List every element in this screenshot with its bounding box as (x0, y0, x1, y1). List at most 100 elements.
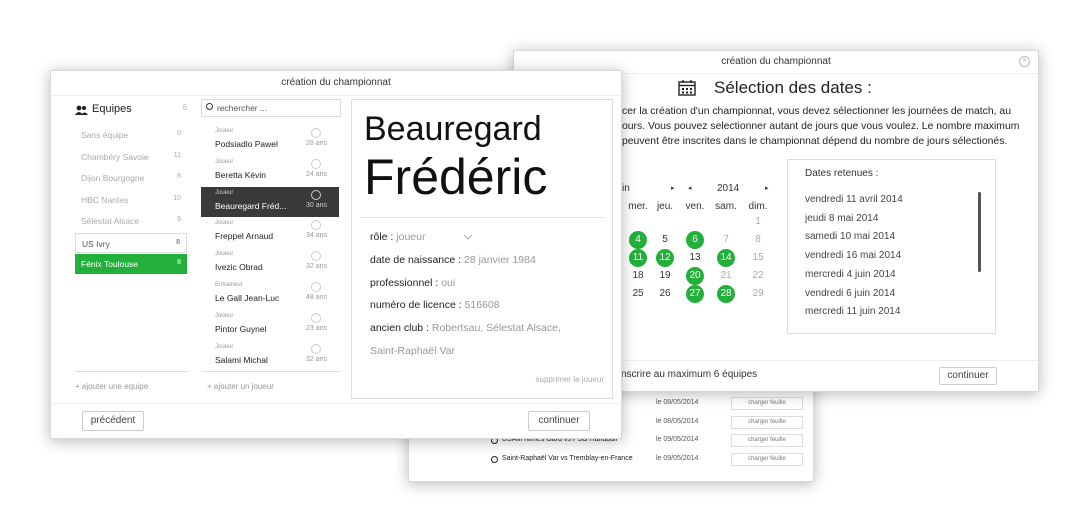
chevron-down-icon[interactable] (464, 234, 473, 240)
add-team-link[interactable]: + ajouter une equipe (75, 382, 148, 391)
teams-header: Equipes (92, 103, 132, 115)
retained-date-item[interactable]: vendredi 11 avril 2014 (805, 194, 903, 205)
previous-button[interactable]: précédent (82, 411, 144, 431)
close-icon[interactable]: × (1019, 56, 1030, 67)
calendar-day[interactable]: 22 (749, 267, 767, 285)
jersey-icon (311, 220, 321, 231)
calendar-day[interactable]: 14 (717, 249, 735, 267)
player-item[interactable]: Joueur Beauregard Fréd... 30 ans (201, 186, 339, 217)
calendar-day[interactable]: 7 (717, 231, 735, 249)
add-player-link[interactable]: + ajouter un joueur (207, 382, 274, 391)
retained-date-item[interactable]: jeudi 8 mai 2014 (805, 213, 878, 224)
team-item[interactable]: Dijon Bourgogne 8 (75, 168, 187, 188)
team-player-count: 8 (177, 259, 181, 266)
match-title: Saint-Raphaël Var vs Tremblay-en-France (502, 455, 633, 462)
main-footer: précédent continuer (51, 403, 621, 438)
birth-field: date de naissance : 28 janvier 1984 (370, 254, 536, 266)
player-age: 48 ans (305, 294, 327, 301)
player-age: 34 ans (305, 232, 327, 240)
jersey-icon (311, 282, 321, 292)
scrollbar[interactable] (978, 192, 981, 272)
match-row: Saint-Raphaël Var vs Tremblay-en-France … (409, 451, 813, 470)
prev-year-arrow[interactable]: ◂ (688, 184, 692, 192)
player-role: Joueur (215, 158, 234, 165)
field-label: professionnel : (370, 277, 439, 289)
player-item[interactable]: Joueur Ivezic Obrad 32 ans (201, 248, 339, 278)
calendar-day[interactable]: 4 (629, 231, 647, 249)
team-item[interactable]: US Ivry 8 (75, 232, 187, 253)
player-item[interactable]: Joueur Podsiadlo Pawel 28 ans (201, 125, 339, 155)
role-value: joueur (396, 231, 426, 243)
player-age: 32 ans (305, 263, 327, 271)
load-sheet-button[interactable]: charger feuille (731, 434, 803, 447)
player-age: 28 ans (305, 140, 327, 147)
player-item[interactable]: Joueur Pintor Guynel 23 ans (201, 310, 339, 340)
player-item[interactable]: Joueur Salami Michal 32 ans (201, 341, 339, 371)
calendar-day[interactable]: 18 (629, 267, 647, 285)
retained-date-item[interactable]: vendredi 16 mai 2014 (805, 250, 901, 261)
club-value: Robertsau, Sélestat Alsace, (431, 322, 561, 334)
retained-date-item[interactable]: samedi 10 mai 2014 (805, 231, 895, 242)
jersey-icon (311, 251, 321, 262)
next-month-arrow[interactable]: ▸ (671, 184, 675, 192)
max-teams-info: nscrire au maximum 6 équipes (621, 369, 758, 380)
calendar-day[interactable]: 8 (749, 231, 767, 249)
team-player-count: 0 (177, 130, 181, 137)
calendar-day[interactable]: 21 (717, 267, 735, 285)
calendar-day[interactable]: 27 (686, 285, 704, 303)
team-item[interactable]: Fénix Toulouse 8 (75, 254, 187, 274)
calendar-day[interactable]: 11 (629, 249, 647, 267)
field-label: rôle : (370, 231, 394, 243)
retained-date-item[interactable]: mercredi 4 juin 2014 (805, 269, 896, 280)
team-item[interactable]: Sélestat Alsace 9 (75, 211, 187, 231)
calendar-day[interactable]: 26 (656, 285, 674, 303)
retained-date-item[interactable]: vendredi 6 juin 2014 (805, 288, 895, 299)
team-name: Dijon Bourgogne (81, 173, 145, 183)
player-search-input[interactable]: rechercher ... (201, 99, 341, 117)
calendar-day[interactable]: 13 (686, 249, 704, 267)
continue-button[interactable]: continuer (939, 367, 997, 385)
player-name: Ivezic Obrad (215, 262, 263, 273)
instruction-line: ours. Vous pouvez selectionner autant de… (622, 121, 1020, 132)
calendar-day[interactable]: 19 (656, 267, 674, 285)
player-last-name: Beauregard (364, 110, 542, 148)
next-year-arrow[interactable]: ▸ (765, 184, 769, 192)
team-player-count: 10 (173, 194, 181, 202)
load-sheet-button[interactable]: charger feuille (731, 453, 803, 466)
team-item[interactable]: Chambéry Savoie 11 (75, 147, 187, 167)
search-icon (206, 103, 213, 110)
calendar-day[interactable]: 15 (749, 249, 767, 267)
licence-value: 516608 (464, 299, 500, 311)
club-field-continued: Saint-Raphaël Var (370, 345, 455, 357)
dates-heading: Sélection des dates : (714, 78, 872, 97)
player-role: Joueur (215, 312, 234, 319)
player-role: Entraineur (215, 282, 243, 288)
player-item[interactable]: Entraineur Le Gall Jean-Luc 48 ans (201, 279, 339, 309)
player-item[interactable]: Joueur Beretta Kévin 24 ans (201, 156, 339, 186)
continue-button[interactable]: continuer (528, 411, 590, 431)
team-item[interactable]: Sans équipe 0 (75, 125, 187, 145)
retained-date-item[interactable]: mercredi 11 juin 2014 (805, 306, 900, 317)
calendar-day[interactable]: 12 (656, 249, 674, 267)
calendar-day[interactable]: 1 (749, 213, 767, 231)
day-header: ven. (685, 201, 705, 212)
pro-field: professionnel : oui (370, 277, 455, 289)
calendar-day[interactable]: 25 (629, 285, 647, 303)
delete-player-link[interactable]: supprimer le joueur (536, 375, 604, 384)
calendar-day[interactable]: 6 (686, 231, 704, 249)
player-age: 24 ans (305, 170, 327, 178)
calendar-day[interactable]: 20 (686, 267, 704, 285)
calendar-day[interactable]: 5 (656, 231, 674, 249)
calendar-day[interactable]: 28 (717, 285, 735, 303)
load-sheet-button[interactable]: charger feuille (731, 397, 803, 410)
team-name: Chambéry Savoie (81, 151, 149, 162)
match-date: le 08/05/2014 (656, 399, 699, 406)
role-field[interactable]: rôle : joueur (370, 231, 473, 243)
calendar-day[interactable]: 29 (749, 285, 767, 303)
team-name: Fénix Toulouse (81, 259, 139, 269)
team-name: HBC Nantes (81, 194, 129, 205)
player-name: Podsiadlo Pawel (215, 139, 278, 149)
load-sheet-button[interactable]: charger feuille (731, 416, 803, 429)
player-item[interactable]: Joueur Freppel Arnaud 34 ans (201, 217, 339, 247)
team-item[interactable]: HBC Nantes 10 (75, 190, 187, 210)
